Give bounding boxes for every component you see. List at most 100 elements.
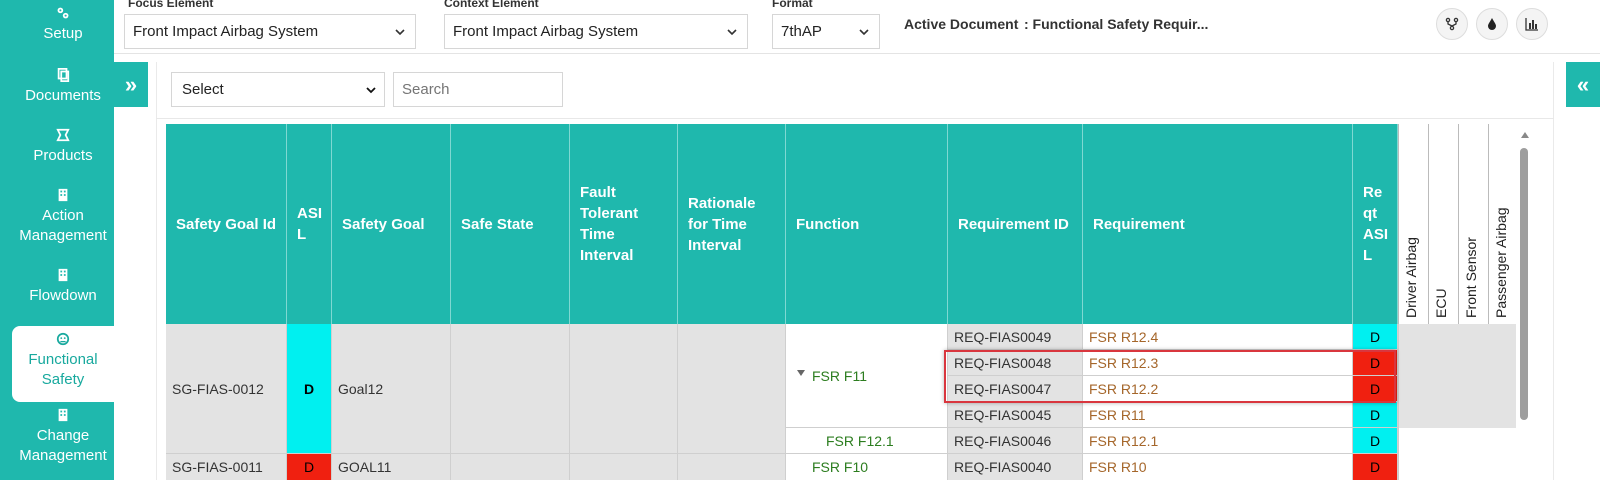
col-header-requirement[interactable]: Requirement bbox=[1083, 124, 1353, 324]
sidebar-item-label: Setup bbox=[43, 25, 83, 42]
sidebar-item-label: Change Management bbox=[19, 427, 107, 464]
filter-select-value: Select bbox=[182, 81, 224, 98]
asil-cell: D bbox=[287, 324, 332, 454]
documents-icon bbox=[57, 68, 70, 82]
selection-highlight bbox=[944, 350, 1396, 403]
sidebar-item-documents[interactable]: Documents bbox=[12, 68, 114, 106]
chevron-down-icon bbox=[395, 29, 405, 36]
col-header-rationale[interactable]: Rationale for Time Interval bbox=[678, 124, 786, 324]
caret-down-icon[interactable] bbox=[796, 368, 806, 378]
sidebar-item-action-management[interactable]: Action Management bbox=[12, 188, 114, 246]
function-cell[interactable]: FSR F10 bbox=[786, 454, 948, 480]
req-asil-cell: D bbox=[1353, 454, 1398, 480]
req-asil-cell: D bbox=[1353, 428, 1398, 454]
focus-element-value: Front Impact Airbag System bbox=[133, 23, 319, 40]
building-icon bbox=[58, 408, 68, 422]
branch-icon bbox=[1445, 17, 1459, 31]
safety-goal-id-cell: SG-FIAS-0012 bbox=[166, 324, 287, 454]
sidebar-item-setup[interactable]: Setup bbox=[12, 6, 114, 44]
focus-element-label: Focus Element bbox=[128, 0, 214, 10]
format-value: 7thAP bbox=[781, 23, 822, 40]
safety-icon bbox=[56, 332, 70, 346]
chevron-down-icon bbox=[727, 29, 737, 36]
col-header-safety-goal-id[interactable]: Safety Goal Id bbox=[166, 124, 287, 324]
chevron-down-icon bbox=[859, 29, 869, 36]
bar-chart-icon bbox=[1525, 18, 1538, 31]
requirement-id-cell: REQ-FIAS0049 bbox=[948, 324, 1083, 350]
col-header-driver-airbag[interactable]: Driver Airbag bbox=[1398, 124, 1428, 324]
requirement-id-cell: REQ-FIAS0045 bbox=[948, 402, 1083, 428]
products-icon bbox=[56, 128, 70, 142]
divider bbox=[156, 118, 1554, 119]
requirement-link[interactable]: FSR R11 bbox=[1083, 402, 1353, 428]
function-link[interactable]: FSR F10 bbox=[812, 459, 868, 475]
active-document-value: : Functional Safety Requir... bbox=[1024, 16, 1209, 32]
safety-goal-cell: GOAL11 bbox=[332, 454, 451, 480]
sidebar-item-label: Action Management bbox=[19, 207, 107, 244]
requirement-link[interactable]: FSR R10 bbox=[1083, 454, 1353, 480]
safety-goal-id-cell: SG-FIAS-0011 bbox=[166, 454, 287, 480]
focus-element-dropdown[interactable]: Front Impact Airbag System bbox=[124, 14, 416, 49]
allocation-cells bbox=[1398, 324, 1516, 428]
function-cell[interactable]: FSR F12.1 bbox=[786, 428, 948, 454]
col-header-safe-state[interactable]: Safe State bbox=[451, 124, 570, 324]
building-icon bbox=[58, 268, 68, 282]
chart-button[interactable] bbox=[1516, 8, 1548, 40]
sidebar-item-label: Documents bbox=[25, 87, 101, 104]
expand-right-toggle[interactable]: « bbox=[1566, 62, 1600, 107]
drop-icon bbox=[1488, 18, 1496, 30]
col-header-passenger-airbag[interactable]: Passenger Airbag bbox=[1488, 124, 1516, 324]
col-header-requirement-id[interactable]: Requirement ID bbox=[948, 124, 1083, 324]
sidebar-item-products[interactable]: Products bbox=[12, 128, 114, 166]
scroll-up-arrow-icon[interactable] bbox=[1521, 132, 1529, 138]
requirement-id-cell: REQ-FIAS0040 bbox=[948, 454, 1083, 480]
sidebar-item-label: Products bbox=[33, 147, 93, 164]
req-asil-cell: D bbox=[1353, 324, 1398, 350]
col-header-front-sensor[interactable]: Front Sensor bbox=[1458, 124, 1488, 324]
col-header-safety-goal[interactable]: Safety Goal bbox=[332, 124, 451, 324]
building-icon bbox=[58, 188, 68, 202]
sidebar-item-label: Flowdown bbox=[29, 287, 97, 304]
col-header-ecu[interactable]: ECU bbox=[1428, 124, 1458, 324]
ftti-cell bbox=[570, 454, 678, 480]
sidebar-item-change-management[interactable]: Change Management bbox=[12, 408, 114, 466]
context-element-label: Context Element bbox=[444, 0, 539, 10]
gears-icon bbox=[57, 7, 69, 19]
col-header-req-asil[interactable]: Re qt ASI L bbox=[1353, 124, 1398, 324]
scrollbar-thumb[interactable] bbox=[1520, 148, 1528, 420]
expand-left-toggle[interactable]: » bbox=[114, 62, 148, 107]
format-label: Format bbox=[772, 0, 813, 10]
format-dropdown[interactable]: 7thAP bbox=[772, 14, 880, 49]
sidebar-item-label: Functional Safety bbox=[28, 351, 98, 388]
rationale-cell bbox=[678, 324, 786, 454]
safe-state-cell bbox=[451, 454, 570, 480]
top-bar: Focus Element Front Impact Airbag System… bbox=[114, 0, 1600, 54]
sidebar: Setup Documents Products Action Manageme… bbox=[0, 0, 114, 480]
rationale-cell bbox=[678, 454, 786, 480]
drop-button[interactable] bbox=[1476, 8, 1508, 40]
req-asil-cell: D bbox=[1353, 402, 1398, 428]
context-element-dropdown[interactable]: Front Impact Airbag System bbox=[444, 14, 748, 49]
col-header-asil[interactable]: ASI L bbox=[287, 124, 332, 324]
requirement-link[interactable]: FSR R12.1 bbox=[1083, 428, 1353, 454]
ftti-cell bbox=[570, 324, 678, 454]
function-cell[interactable]: FSR F11 bbox=[786, 324, 948, 428]
safe-state-cell bbox=[451, 324, 570, 454]
sidebar-item-functional-safety[interactable]: Functional Safety bbox=[12, 326, 114, 402]
asil-cell: D bbox=[287, 454, 332, 480]
active-document-label: Active Document bbox=[904, 16, 1019, 32]
chevron-down-icon bbox=[366, 87, 376, 94]
function-link[interactable]: FSR F12.1 bbox=[826, 433, 894, 449]
safety-goal-cell: Goal12 bbox=[332, 324, 451, 454]
safety-requirements-table: Safety Goal Id ASI L Safety Goal Safe St… bbox=[166, 124, 1516, 480]
col-header-ftti[interactable]: Fault Tolerant Time Interval bbox=[570, 124, 678, 324]
filter-select[interactable]: Select bbox=[171, 72, 385, 107]
requirement-id-cell: REQ-FIAS0046 bbox=[948, 428, 1083, 454]
branch-button[interactable] bbox=[1436, 8, 1468, 40]
search-input[interactable] bbox=[393, 72, 563, 107]
sidebar-item-flowdown[interactable]: Flowdown bbox=[12, 268, 114, 306]
allocation-cells bbox=[1398, 428, 1516, 480]
requirement-link[interactable]: FSR R12.4 bbox=[1083, 324, 1353, 350]
col-header-function[interactable]: Function bbox=[786, 124, 948, 324]
function-link[interactable]: FSR F11 bbox=[812, 368, 867, 384]
